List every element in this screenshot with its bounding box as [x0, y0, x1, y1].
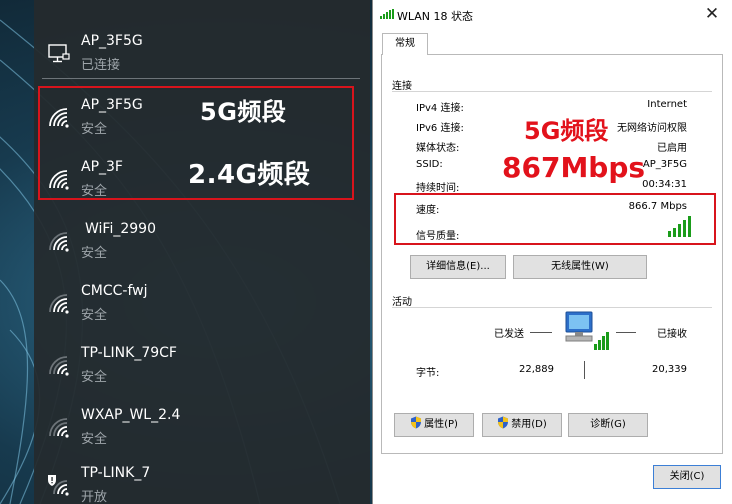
network-security: 开放 — [81, 490, 108, 504]
connection-group-title: 连接 — [392, 81, 412, 92]
wifi-signal-icon — [46, 230, 72, 252]
annotation-5g-band-dialog: 5G频段 — [524, 117, 609, 145]
divider — [42, 78, 360, 79]
properties-button-label: 属性(P) — [424, 419, 458, 430]
close-icon[interactable]: ✕ — [698, 2, 726, 26]
divider — [392, 91, 712, 92]
bytes-label: 字节: — [416, 368, 440, 379]
network-security: 安全 — [81, 370, 108, 385]
sent-label: 已发送 — [494, 329, 524, 340]
ipv6-value: 无网络访问权限 — [617, 123, 687, 134]
wifi-signal-icon — [46, 416, 72, 438]
ipv4-label: IPv4 连接: — [416, 103, 464, 114]
title-bar[interactable]: WLAN 18 状态 ✕ — [373, 0, 732, 30]
connected-network-item[interactable]: AP_3F5G 已连接 — [34, 24, 370, 80]
duration-label: 持续时间: — [416, 183, 460, 194]
disable-button[interactable]: 禁用(D) — [482, 413, 562, 437]
network-security: 安全 — [81, 246, 108, 261]
diagnose-button[interactable]: 诊断(G) — [568, 413, 648, 437]
network-ssid: CMCC-fwj — [81, 283, 148, 299]
duration-value: 00:34:31 — [642, 179, 687, 190]
activity-group-title: 活动 — [392, 297, 412, 308]
bytes-received-value: 20,339 — [652, 364, 687, 375]
window-title: WLAN 18 状态 — [397, 10, 474, 23]
network-security: 安全 — [81, 432, 108, 447]
network-ssid: TP-LINK_79CF — [81, 345, 177, 361]
wifi-flyout-panel: AP_3F5G 已连接 AP_3F5G 安全 AP_3F 安全 WiFi_299… — [34, 0, 370, 504]
annotation-24g-band: 2.4G频段 — [188, 160, 311, 190]
wireless-properties-button[interactable]: 无线属性(W) — [513, 255, 647, 279]
divider — [392, 307, 712, 308]
wlan-status-dialog: WLAN 18 状态 ✕ 常规 连接 IPv4 连接: Internet IPv… — [372, 0, 732, 504]
divider — [584, 361, 585, 379]
wifi-signal-icon — [46, 354, 72, 376]
received-label: 已接收 — [657, 329, 687, 340]
close-button[interactable]: 关闭(C) — [653, 465, 721, 489]
annotation-5g-band: 5G频段 — [200, 98, 287, 126]
ipv4-value: Internet — [647, 99, 687, 110]
connected-status: 已连接 — [81, 58, 121, 73]
tab-general[interactable]: 常规 — [382, 33, 428, 55]
ssid-label: SSID: — [416, 159, 443, 170]
divider — [530, 332, 552, 333]
network-item-tp-link-7[interactable]: TP-LINK_7 开放 — [34, 456, 370, 504]
network-item-wifi-2990[interactable]: WiFi_2990 安全 — [34, 212, 370, 268]
network-ssid: WXAP_WL_2.4 — [81, 407, 181, 423]
network-ssid: WiFi_2990 — [85, 221, 156, 237]
bytes-sent-value: 22,889 — [519, 364, 554, 375]
wifi-signal-icon — [46, 292, 72, 314]
network-ssid: TP-LINK_7 — [81, 465, 151, 481]
properties-button[interactable]: 属性(P) — [394, 413, 474, 437]
wifi-open-warning-icon — [46, 474, 72, 496]
uac-shield-icon — [497, 416, 509, 438]
ipv6-label: IPv6 连接: — [416, 123, 464, 134]
general-tab-panel: 连接 IPv4 连接: Internet IPv6 连接: 无网络访问权限 媒体… — [381, 54, 723, 454]
disable-button-label: 禁用(D) — [511, 419, 547, 430]
network-item-cmcc-fwj[interactable]: CMCC-fwj 安全 — [34, 274, 370, 330]
ssid-value: AP_3F5G — [642, 159, 687, 170]
network-monitor-icon — [46, 42, 72, 64]
media-state-value: 已启用 — [657, 143, 687, 154]
network-computer-icon — [562, 310, 610, 355]
details-button[interactable]: 详细信息(E)... — [410, 255, 506, 279]
divider — [616, 332, 636, 333]
speed-highlight-box — [394, 193, 716, 245]
network-item-wxap-wl-2-4[interactable]: WXAP_WL_2.4 安全 — [34, 398, 370, 454]
uac-shield-icon — [410, 416, 422, 438]
annotation-speed: 867Mbps — [502, 151, 646, 184]
media-state-label: 媒体状态: — [416, 143, 460, 154]
wifi-status-icon — [380, 9, 394, 22]
network-security: 安全 — [81, 308, 108, 323]
network-item-tp-link-79cf[interactable]: TP-LINK_79CF 安全 — [34, 336, 370, 392]
connected-ssid: AP_3F5G — [81, 33, 143, 49]
